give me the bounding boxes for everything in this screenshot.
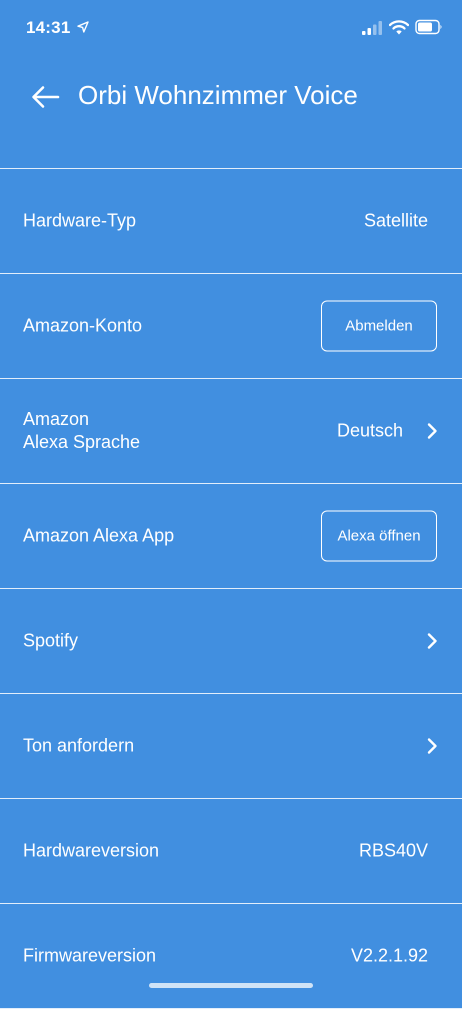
spotify-row[interactable]: Spotify [0,589,462,694]
hardware-version-value: RBS40V [358,840,428,861]
header: Orbi Wohnzimmer Voice [0,58,462,168]
alexa-language-row[interactable]: Amazon Alexa Sprache Deutsch [0,379,462,484]
chevron-right-icon [427,423,437,439]
cellular-signal-icon [362,21,382,35]
row-label: Amazon Alexa App [23,525,175,546]
row-label: Firmwareversion [23,945,157,966]
amazon-account-row: Amazon-Konto Abmelden [0,274,462,379]
alexa-language-value: Deutsch [336,420,403,441]
chevron-right-icon [427,738,437,754]
location-arrow-icon [77,21,89,33]
row-label: Hardwareversion [23,840,160,861]
row-label: Amazon-Konto [23,315,143,336]
chevron-right-icon [427,633,437,649]
wifi-icon [389,20,409,35]
row-label: Spotify [23,630,79,651]
battery-icon [415,19,442,35]
home-indicator[interactable] [149,983,313,988]
sign-out-button[interactable]: Abmelden [321,300,437,352]
alexa-app-row: Amazon Alexa App Alexa öffnen [0,484,462,589]
hardware-type-row: Hardware-Typ Satellite [0,169,462,274]
page-title: Orbi Wohnzimmer Voice [78,80,358,110]
row-label-line-1: Amazon [23,409,90,429]
settings-list: Hardware-Typ Satellite Amazon-Konto Abme… [0,169,462,1009]
arrow-left-icon[interactable] [28,82,62,112]
row-label: Ton anfordern [23,735,135,756]
open-alexa-button[interactable]: Alexa öffnen [321,510,437,562]
row-label-line-2: Alexa Sprache [23,432,141,452]
row-label: Hardware-Typ [23,210,137,231]
status-time: 14:31 [26,18,71,37]
hardware-type-value: Satellite [363,210,428,231]
row-label: Amazon Alexa Sprache [23,408,140,454]
status-bar: 14:31 [0,0,462,58]
firmware-version-value: V2.2.1.92 [350,945,428,966]
request-sound-row[interactable]: Ton anfordern [0,694,462,799]
hardware-version-row: Hardwareversion RBS40V [0,799,462,904]
firmware-version-row: Firmwareversion V2.2.1.92 [0,904,462,1009]
